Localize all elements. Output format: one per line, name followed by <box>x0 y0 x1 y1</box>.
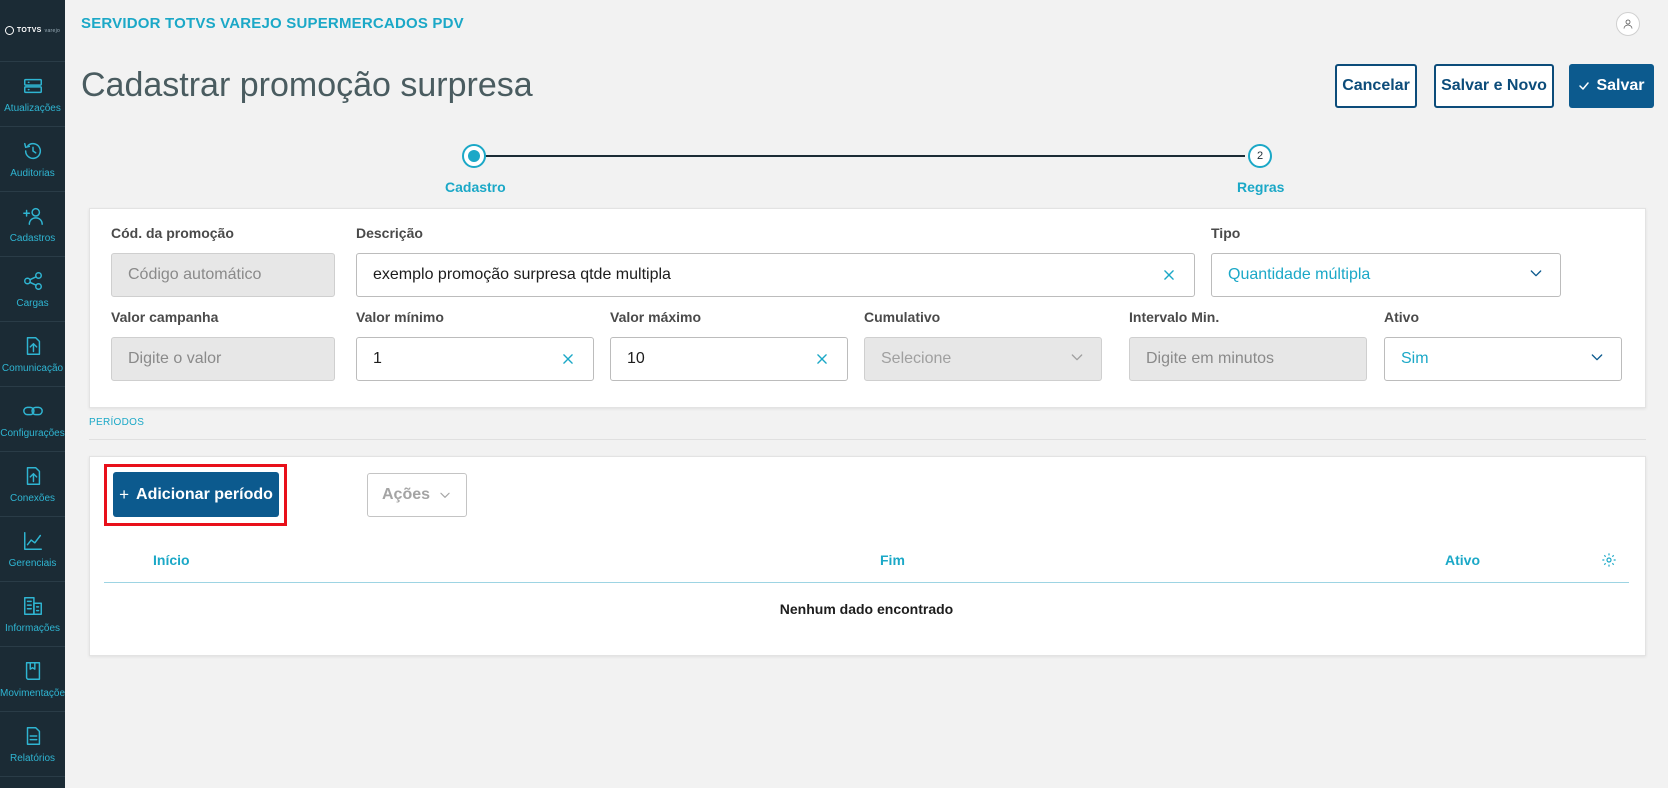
sidebar-item-relatorios[interactable]: Relatórios <box>0 712 65 777</box>
step-regras-indicator[interactable]: 2 <box>1248 144 1272 168</box>
valor-campanha-label: Valor campanha <box>111 309 219 325</box>
intervalo-min-label: Intervalo Min. <box>1129 309 1220 325</box>
chevron-down-icon <box>1589 349 1605 370</box>
page-title: Cadastrar promoção surpresa <box>81 66 533 104</box>
sidebar-item-label: Conexões <box>9 492 56 504</box>
sidebar-item-label: Relatórios <box>9 752 56 764</box>
descricao-label: Descrição <box>356 225 423 241</box>
add-period-button[interactable]: + Adicionar período <box>113 472 279 517</box>
chart-icon <box>23 531 42 550</box>
check-icon <box>1579 82 1590 90</box>
valor-maximo-label: Valor máximo <box>610 309 702 325</box>
stepper-line <box>485 155 1245 157</box>
app-title: SERVIDOR TOTVS VAREJO SUPERMERCADOS PDV <box>81 15 464 32</box>
form-panel: Cód. da promoção Código automático Descr… <box>89 208 1646 408</box>
periodos-table: Início Fim Ativo Nenhum dado encontrado <box>104 538 1629 640</box>
sidebar-item-gerenciais[interactable]: Gerenciais <box>0 517 65 582</box>
server-icon <box>23 78 42 93</box>
logo-icon <box>4 26 14 35</box>
acoes-label: Ações <box>381 486 431 503</box>
save-button-label: Salvar <box>1596 77 1645 94</box>
sidebar-item-cargas[interactable]: Cargas <box>0 257 65 322</box>
sidebar-item-label: Informações <box>4 622 61 634</box>
chevron-down-icon <box>440 492 450 498</box>
add-period-label: Adicionar período <box>136 485 273 503</box>
share-icon <box>23 271 42 290</box>
gear-icon[interactable] <box>1601 552 1617 568</box>
clear-icon[interactable] <box>813 350 831 368</box>
sidebar-item-conexoes[interactable]: Conexões <box>0 452 65 517</box>
valor-maximo-field[interactable]: 10 <box>610 337 848 381</box>
chevron-down-icon <box>1528 265 1544 286</box>
plus-icon: + <box>119 484 130 504</box>
sidebar-item-cadastros[interactable]: Cadastros <box>0 192 65 257</box>
file-upload-icon <box>26 466 40 485</box>
tipo-select[interactable]: Quantidade múltipla <box>1211 253 1561 297</box>
user-icon <box>1623 19 1633 29</box>
valor-campanha-field: Digite o valor <box>111 337 335 381</box>
intervalo-min-field: Digite em minutos <box>1129 337 1367 381</box>
step-cadastro-label[interactable]: Cadastro <box>445 179 506 195</box>
clear-icon[interactable] <box>559 350 577 368</box>
user-menu-button[interactable] <box>1616 12 1640 36</box>
document-icon <box>26 726 40 745</box>
sidebar-item-label: Gerenciais <box>8 557 57 569</box>
sidebar-item-auditorias[interactable]: Auditorias <box>0 127 65 192</box>
valor-minimo-label: Valor mínimo <box>356 309 444 325</box>
sidebar-item-configuracoes[interactable]: Configurações <box>0 387 65 452</box>
sidebar-item-movimentacoes[interactable]: Movimentações <box>0 647 65 712</box>
sidebar-item-label: Atualizações <box>4 102 61 114</box>
ativo-select[interactable]: Sim <box>1384 337 1622 381</box>
sidebar-item-label: Configurações <box>0 427 65 439</box>
sidebar-item-label: Cadastros <box>9 232 56 244</box>
sidebar-item-label: Movimentações <box>0 687 65 699</box>
sidebar: TOTVS varejo Atualizações Auditorias Cad… <box>0 0 65 788</box>
cancel-button[interactable]: Cancelar <box>1335 64 1417 108</box>
column-header-inicio[interactable]: Início <box>153 552 190 568</box>
column-header-ativo[interactable]: Ativo <box>1445 552 1480 568</box>
acoes-button[interactable]: Ações <box>367 473 467 517</box>
save-and-new-button[interactable]: Salvar e Novo <box>1434 64 1554 108</box>
sidebar-item-atualizacoes[interactable]: Atualizações <box>0 62 65 127</box>
sidebar-item-label: Comunicação <box>1 362 64 374</box>
section-divider <box>89 439 1646 440</box>
sidebar-item-label: Auditorias <box>10 167 55 179</box>
sidebar-item-label: Cargas <box>16 297 49 309</box>
periodos-section-title: PERÍODOS <box>89 417 145 428</box>
clear-icon[interactable] <box>1160 266 1178 284</box>
logo-subtext: varejo <box>44 27 61 34</box>
cod-promocao-label: Cód. da promoção <box>111 225 234 241</box>
column-header-fim[interactable]: Fim <box>880 552 905 568</box>
descricao-field[interactable]: exemplo promoção surpresa qtde multipla <box>356 253 1195 297</box>
building-icon <box>23 596 42 615</box>
history-icon <box>23 142 41 159</box>
chevron-down-icon <box>1069 349 1085 370</box>
logo-text: TOTVS <box>16 27 42 34</box>
cumulativo-label: Cumulativo <box>864 309 941 325</box>
valor-minimo-field[interactable]: 1 <box>356 337 594 381</box>
cumulativo-select: Selecione <box>864 337 1102 381</box>
book-icon <box>25 661 40 680</box>
tipo-label: Tipo <box>1211 225 1241 241</box>
sidebar-item-informacoes[interactable]: Informações <box>0 582 65 647</box>
step-cadastro-indicator[interactable] <box>462 144 486 168</box>
add-user-icon <box>22 207 43 225</box>
totvs-logo: TOTVS varejo <box>0 0 65 62</box>
cod-promocao-field: Código automático <box>111 253 335 297</box>
step-regras-label[interactable]: Regras <box>1237 179 1284 195</box>
link-icon <box>22 406 43 415</box>
file-upload-icon <box>26 336 40 355</box>
save-button[interactable]: Salvar <box>1569 64 1654 108</box>
table-header: Início Fim Ativo <box>104 538 1629 583</box>
sidebar-item-comunicacao[interactable]: Comunicação <box>0 322 65 387</box>
empty-state-message: Nenhum dado encontrado <box>779 601 954 617</box>
ativo-label: Ativo <box>1384 309 1419 325</box>
